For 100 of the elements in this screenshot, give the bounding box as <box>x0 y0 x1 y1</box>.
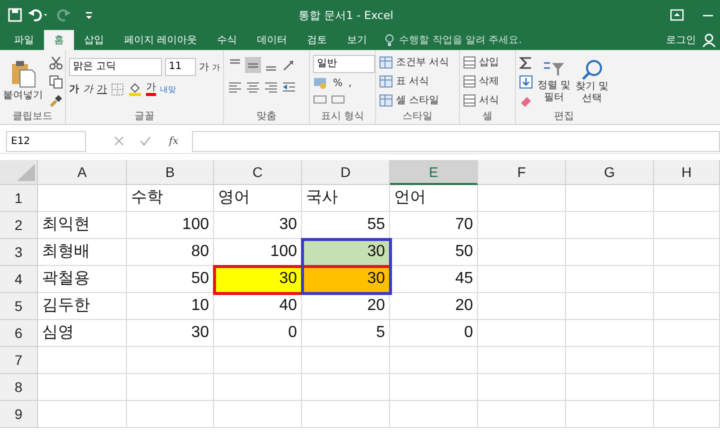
grow-font-button[interactable]: 가 <box>199 60 209 74</box>
table-style-icon <box>379 94 393 106</box>
cells-menu-button[interactable]: 서식 <box>479 93 499 107</box>
sign-in-link[interactable]: 로그인 <box>666 33 696 47</box>
group-label: 맞춤 <box>256 110 278 124</box>
column-header[interactable]: G <box>566 160 654 185</box>
table-cell: 0 <box>390 320 478 347</box>
underline-button[interactable]: 가 <box>97 82 107 96</box>
column-header[interactable]: F <box>478 160 566 185</box>
person-icon[interactable] <box>702 33 716 47</box>
empty-cell <box>654 347 720 374</box>
group-label: 셀 <box>482 110 494 124</box>
fill-color-icon[interactable] <box>128 82 142 96</box>
group-label: 편집 <box>553 110 575 124</box>
cells-menu-button[interactable]: 삭제 <box>479 74 499 88</box>
ribbon-display-icon[interactable] <box>670 9 684 21</box>
table-cell: 70 <box>390 212 478 239</box>
style-menu-button[interactable]: 셀 스타일 <box>396 93 440 107</box>
cells-menu-button[interactable]: 삽입 <box>479 55 499 69</box>
border-icon[interactable] <box>111 82 124 96</box>
group-label: 글꼴 <box>134 110 156 124</box>
table-cell: 심영 <box>38 320 127 347</box>
phonetic-button[interactable]: 내맞 <box>160 84 176 94</box>
row-header[interactable]: 4 <box>0 266 38 293</box>
find-select-button[interactable]: 찾기 및 선택 <box>575 81 609 105</box>
ribbon-tab[interactable]: 파일 <box>4 30 44 50</box>
table-cell: 최익현 <box>38 212 127 239</box>
table-cell: 40 <box>214 293 302 320</box>
undo-icon[interactable] <box>28 8 50 22</box>
copy-icon[interactable] <box>49 75 63 89</box>
scissors-icon[interactable] <box>49 56 63 70</box>
paste-button[interactable]: 붙여넣기 <box>3 88 43 102</box>
italic-button[interactable]: 가 <box>83 82 93 96</box>
group-label: 클립보드 <box>12 110 54 124</box>
table-cell: 국사 <box>302 185 390 212</box>
table-cell: 50 <box>127 266 214 293</box>
table-cell: 55 <box>302 212 390 239</box>
row-header[interactable]: 3 <box>0 239 38 266</box>
ribbon-tab[interactable]: 수식 <box>207 30 248 50</box>
font-size-dropdown[interactable]: 11 <box>164 58 196 76</box>
table-cell: 20 <box>390 293 478 320</box>
empty-cell <box>654 320 720 347</box>
table-cell: 수학 <box>127 185 214 212</box>
comma-button[interactable]: , <box>348 78 352 88</box>
ribbon-tab[interactable]: 삽입 <box>74 30 114 50</box>
table-cell: 0 <box>214 320 302 347</box>
window-title: 통합 문서1 - Excel <box>298 8 394 22</box>
column-header[interactable]: B <box>127 160 214 185</box>
tell-me-field[interactable]: 수행할 작업을 알려 주세요. <box>385 30 552 50</box>
shrink-font-button[interactable]: 가 <box>212 62 220 72</box>
ribbon-tab[interactable]: 데이터 <box>247 30 298 50</box>
percent-button[interactable]: % <box>333 78 343 88</box>
table-cell: 100 <box>214 239 302 266</box>
font-color-button[interactable]: 가 <box>146 82 156 96</box>
column-header[interactable]: A <box>38 160 127 185</box>
row-header[interactable]: 2 <box>0 212 38 239</box>
eraser-icon[interactable] <box>519 94 533 108</box>
clipboard-icon[interactable] <box>10 60 36 88</box>
table-cell: 최형배 <box>38 239 127 266</box>
ribbon-tab[interactable]: 홈 <box>44 30 74 50</box>
table-cell: 5 <box>302 320 390 347</box>
empty-cell <box>654 212 720 239</box>
style-menu-button[interactable]: 조건부 서식 <box>396 55 450 69</box>
empty-cell <box>654 185 720 212</box>
empty-cell <box>654 401 720 428</box>
row-header[interactable]: 5 <box>0 293 38 320</box>
sum-icon[interactable] <box>519 56 533 70</box>
sort-filter-button[interactable]: 정렬 및 필터 <box>537 80 571 104</box>
ribbon-tab[interactable]: 보기 <box>337 30 378 50</box>
row-header[interactable]: 7 <box>0 347 38 374</box>
bold-button[interactable]: 가 <box>69 82 79 96</box>
save-icon[interactable] <box>8 8 22 22</box>
font-name-dropdown[interactable]: 맑은 고딕 <box>69 58 162 76</box>
table-cell: 영어 <box>214 185 302 212</box>
style-menu-button[interactable]: 표 서식 <box>396 74 430 88</box>
insert-function-button[interactable]: fx <box>169 136 178 146</box>
row-header[interactable]: 8 <box>0 374 38 401</box>
fill-down-icon[interactable] <box>519 75 533 89</box>
ribbon-tab[interactable]: 검토 <box>297 30 338 50</box>
row-header[interactable]: 6 <box>0 320 38 347</box>
vertical-align-icon[interactable] <box>245 57 261 73</box>
ribbon-tab[interactable]: 페이지 레이아웃 <box>114 30 208 50</box>
column-header[interactable]: C <box>214 160 302 185</box>
row-header[interactable]: 1 <box>0 185 38 212</box>
number-format-dropdown[interactable]: 일반 <box>313 55 375 73</box>
check-icon[interactable] <box>140 136 151 146</box>
empty-cell <box>654 266 720 293</box>
table-cell: 30 <box>127 320 214 347</box>
column-header[interactable]: E <box>390 160 478 185</box>
cells-icon <box>463 94 476 106</box>
table-style-icon <box>379 56 393 68</box>
name-box[interactable]: E12 <box>6 130 86 152</box>
brush-icon[interactable] <box>49 94 63 108</box>
table-cell: 언어 <box>390 185 478 212</box>
search-icon[interactable] <box>581 59 603 81</box>
table-cell: 45 <box>390 266 478 293</box>
column-header[interactable]: H <box>654 160 720 185</box>
group-label: 표시 형식 <box>320 110 366 124</box>
column-header[interactable]: D <box>302 160 390 185</box>
row-header[interactable]: 9 <box>0 401 38 428</box>
